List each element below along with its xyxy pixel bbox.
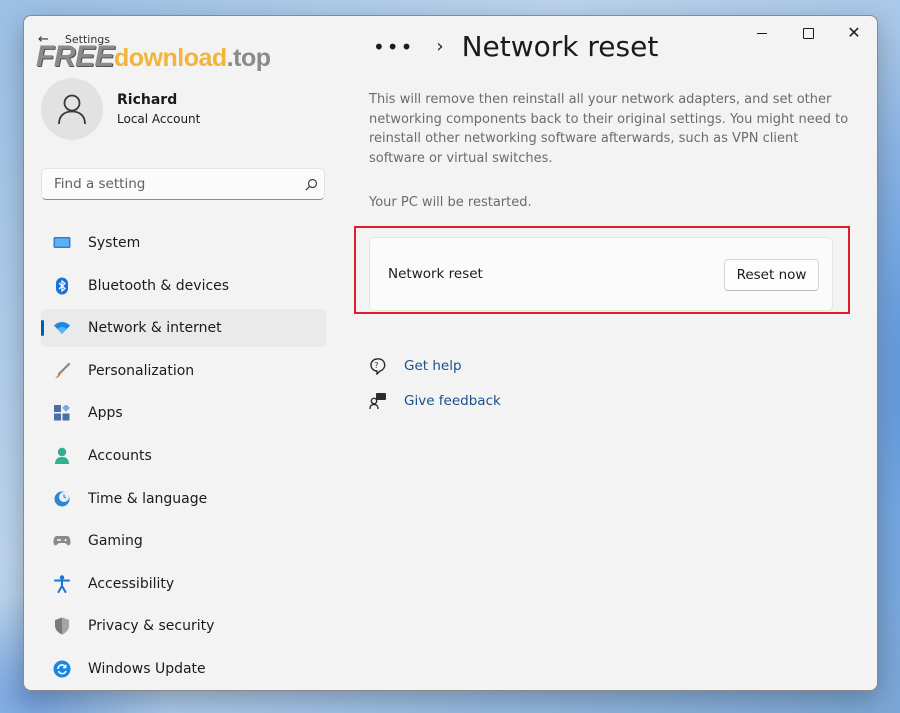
- sidebar-item-gaming[interactable]: Gaming: [41, 522, 326, 560]
- get-help-link[interactable]: ? Get help: [369, 348, 501, 383]
- sidebar-item-bluetooth[interactable]: Bluetooth & devices: [41, 267, 326, 305]
- sidebar-item-label: Privacy & security: [88, 618, 215, 635]
- sidebar-nav: System Bluetooth & devices Network & int…: [41, 224, 326, 690]
- maximize-button[interactable]: [785, 16, 831, 50]
- search-input[interactable]: [52, 175, 298, 193]
- sidebar-item-accessibility[interactable]: Accessibility: [41, 565, 326, 603]
- chevron-right-icon: ›: [436, 36, 444, 57]
- description-text: This will remove then reinstall all your…: [369, 92, 849, 166]
- system-icon: [52, 233, 72, 253]
- search-icon[interactable]: [298, 178, 324, 191]
- bluetooth-icon: [52, 276, 72, 296]
- watermark-logo: FREEdownload.top: [36, 40, 271, 74]
- watermark-free: FREE: [36, 40, 115, 73]
- user-icon: [58, 94, 86, 125]
- sidebar-item-personalization[interactable]: Personalization: [41, 352, 326, 390]
- sidebar-item-time-language[interactable]: Time & language: [41, 480, 326, 518]
- close-icon: ✕: [847, 23, 861, 42]
- svg-text:?: ?: [374, 361, 378, 370]
- sidebar-item-windows-update[interactable]: Windows Update: [41, 650, 326, 688]
- sidebar-item-label: Time & language: [88, 490, 208, 507]
- page-title: Network reset: [461, 30, 659, 63]
- watermark-download: download: [114, 44, 227, 72]
- user-profile[interactable]: Richard Local Account: [41, 78, 200, 140]
- sidebar-item-label: Gaming: [88, 533, 143, 550]
- search-box: [41, 168, 325, 200]
- sidebar-item-label: Apps: [88, 405, 123, 422]
- feedback-icon: [369, 392, 387, 410]
- sidebar-item-label: Network & internet: [88, 320, 222, 337]
- profile-account-type: Local Account: [117, 112, 201, 126]
- maximize-icon: [802, 27, 814, 39]
- sidebar-item-system[interactable]: System: [41, 224, 326, 262]
- sidebar-item-label: Accessibility: [88, 575, 175, 592]
- sidebar-item-accounts[interactable]: Accounts: [41, 437, 326, 475]
- accounts-icon: [52, 446, 72, 466]
- settings-window: ← Settings FREEdownload.top ✕ Richard Lo…: [23, 15, 878, 691]
- get-help-label: Get help: [404, 357, 462, 374]
- breadcrumb: ••• › Network reset: [373, 30, 658, 63]
- sidebar-item-label: System: [88, 235, 141, 251]
- sidebar-item-network[interactable]: Network & internet: [41, 309, 326, 348]
- profile-name: Richard: [117, 92, 178, 108]
- breadcrumb-overflow-button[interactable]: •••: [373, 35, 414, 59]
- help-links: ? Get help Give feedback: [369, 348, 501, 418]
- help-icon: ?: [369, 357, 387, 375]
- apps-icon: [52, 403, 72, 423]
- give-feedback-label: Give feedback: [404, 392, 501, 409]
- sidebar-item-label: Bluetooth & devices: [88, 277, 230, 294]
- minimize-icon: [757, 32, 767, 34]
- sidebar-item-privacy[interactable]: Privacy & security: [41, 607, 326, 645]
- highlight-annotation: [354, 226, 850, 314]
- sidebar-item-label: Personalization: [88, 362, 195, 379]
- restart-note: Your PC will be restarted.: [369, 195, 532, 210]
- shield-icon: [52, 616, 72, 636]
- accessibility-icon: [52, 574, 72, 594]
- brush-icon: [52, 361, 72, 381]
- avatar: [41, 78, 103, 140]
- update-icon: [52, 659, 72, 679]
- wifi-icon: [52, 318, 72, 338]
- sidebar-item-label: Accounts: [88, 447, 152, 464]
- sidebar-item-apps[interactable]: Apps: [41, 394, 326, 432]
- window-controls: ✕: [739, 16, 877, 50]
- give-feedback-link[interactable]: Give feedback: [369, 383, 501, 418]
- minimize-button[interactable]: [739, 16, 785, 50]
- close-button[interactable]: ✕: [831, 16, 877, 50]
- clock-globe-icon: [52, 489, 72, 509]
- watermark-top: .top: [226, 44, 271, 72]
- gamepad-icon: [52, 531, 72, 551]
- sidebar-item-label: Windows Update: [88, 660, 206, 677]
